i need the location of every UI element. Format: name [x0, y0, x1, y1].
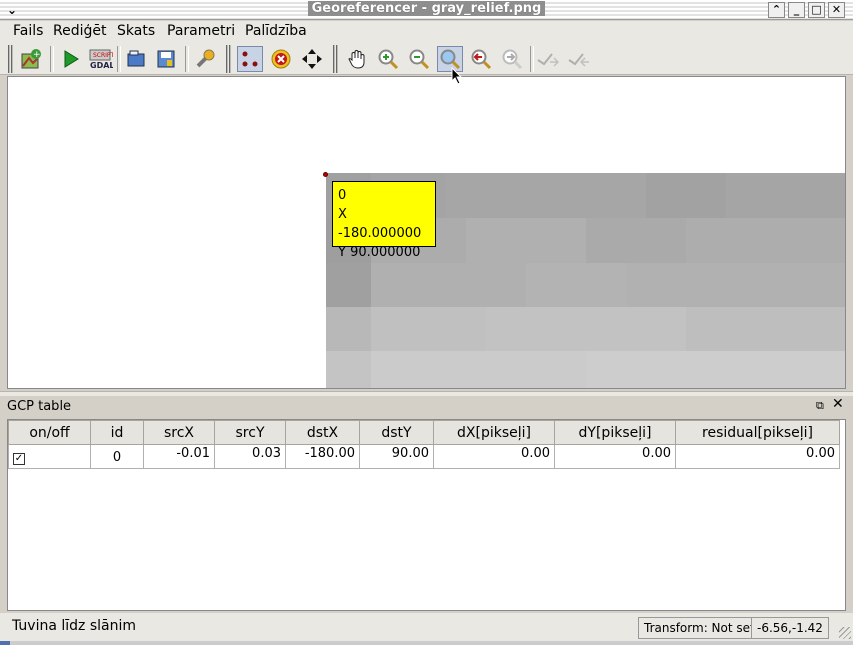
col-dsty[interactable]: dstY	[359, 420, 434, 445]
gcp-table: on/off id srcX srcY dstX dstY dX[pikseļi…	[7, 419, 846, 611]
menu-bar: Fails Rediģēt Skats Parametri Palīdzība	[0, 21, 853, 42]
status-message: Tuvina līdz slānim	[12, 618, 137, 634]
cell-srcx[interactable]: -0.01	[143, 444, 215, 469]
menu-rediget[interactable]: Rediģēt	[51, 21, 108, 42]
shade-button[interactable]: ⌃	[768, 2, 785, 18]
dock-splitter[interactable]	[0, 391, 853, 396]
settings-icon[interactable]	[192, 46, 218, 72]
zoom-in-icon[interactable]	[375, 46, 401, 72]
gcp-marker[interactable]	[323, 172, 328, 177]
table-row[interactable]: ✓ 0 -0.01 0.03 -180.00 90.00 0.00 0.00 0…	[8, 444, 840, 469]
add-point-icon[interactable]	[237, 46, 263, 72]
cell-dstx[interactable]: -180.00	[285, 444, 360, 469]
gdal-script-icon[interactable]: GDAL SCRIPT	[87, 46, 113, 72]
menu-skats[interactable]: Skats	[115, 21, 157, 42]
menu-parametri[interactable]: Parametri	[165, 21, 237, 42]
coordinates-display: -6.56,-1.42	[751, 617, 829, 639]
gcp-label-id: 0	[338, 188, 347, 203]
pan-icon[interactable]	[344, 46, 370, 72]
zoom-next-icon[interactable]	[499, 46, 525, 72]
close-icon[interactable]: ✕	[832, 397, 844, 411]
svg-text:SCRIPT: SCRIPT	[93, 52, 113, 59]
status-bar: Tuvina līdz slānim Transform: Not set -6…	[0, 613, 853, 641]
zoom-out-icon[interactable]	[406, 46, 432, 72]
col-dy[interactable]: dY[pikseļi]	[554, 420, 676, 445]
link-georef-icon[interactable]	[536, 46, 562, 72]
gcp-label: 0 X -180.000000 Y 90.000000	[332, 181, 436, 260]
cell-residual[interactable]: 0.00	[675, 444, 840, 469]
col-srcy[interactable]: srcY	[214, 420, 286, 445]
cell-dsty[interactable]: 90.00	[359, 444, 434, 469]
delete-point-icon[interactable]	[268, 46, 294, 72]
link-qgis-icon[interactable]	[567, 46, 593, 72]
start-georef-icon[interactable]	[57, 46, 83, 72]
move-point-icon[interactable]	[299, 46, 325, 72]
gcp-label-x: X -180.000000	[338, 207, 422, 241]
zoom-last-icon[interactable]	[468, 46, 494, 72]
save-gcp-icon[interactable]	[153, 46, 179, 72]
minimize-button[interactable]: _	[788, 2, 805, 18]
cell-dx[interactable]: 0.00	[433, 444, 555, 469]
transform-status: Transform: Not set	[638, 617, 761, 639]
col-srcx[interactable]: srcX	[143, 420, 215, 445]
col-id[interactable]: id	[90, 420, 144, 445]
enabled-checkbox[interactable]: ✓	[13, 452, 25, 465]
resize-grip[interactable]	[839, 627, 851, 639]
title-bar: ⌄ Georeferencer - gray_relief.png ⌃ _ □ …	[0, 0, 853, 20]
float-icon[interactable]: ⧉	[816, 400, 828, 411]
load-gcp-icon[interactable]	[123, 46, 149, 72]
toolbar: + GDAL SCRIPT	[0, 42, 853, 75]
close-button[interactable]: ✕	[828, 2, 845, 18]
menu-fails[interactable]: Fails	[11, 21, 45, 42]
cell-srcy[interactable]: 0.03	[214, 444, 286, 469]
svg-text:GDAL: GDAL	[90, 61, 113, 70]
col-onoff[interactable]: on/off	[8, 420, 91, 445]
col-dx[interactable]: dX[pikseļi]	[433, 420, 555, 445]
window-bottom-frame	[0, 641, 853, 645]
cell-dy[interactable]: 0.00	[554, 444, 676, 469]
col-residual[interactable]: residual[pikseļi]	[675, 420, 840, 445]
cell-id[interactable]: 0	[90, 444, 144, 469]
toolbar-handle-3[interactable]	[333, 45, 338, 73]
gcp-label-y: Y 90.000000	[338, 245, 421, 260]
map-canvas[interactable]: 0 X -180.000000 Y 90.000000	[7, 76, 846, 389]
mouse-cursor-icon	[451, 67, 463, 85]
toolbar-handle[interactable]	[8, 45, 13, 73]
maximize-button[interactable]: □	[808, 2, 825, 18]
toolbar-handle-2[interactable]	[226, 45, 231, 73]
open-raster-icon[interactable]: +	[18, 46, 44, 72]
col-dstx[interactable]: dstX	[285, 420, 360, 445]
gcp-panel-title: GCP table	[7, 399, 72, 414]
menu-palidziba[interactable]: Palīdzība	[243, 21, 309, 42]
window-title: Georeferencer - gray_relief.png	[307, 1, 546, 16]
svg-text:+: +	[33, 50, 41, 60]
